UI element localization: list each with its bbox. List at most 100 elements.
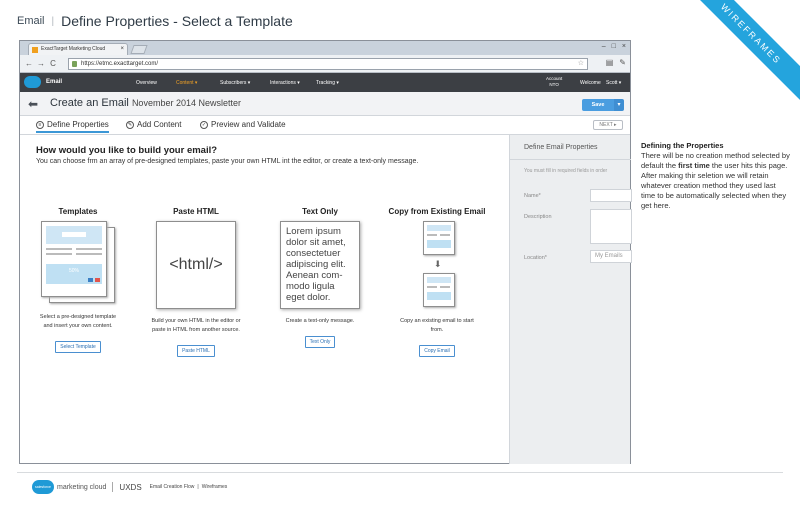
option-copy-existing[interactable]: Copy from Existing Email ⬇ Copy an exist…: [380, 207, 494, 357]
copy-email-thumbnail: [423, 273, 455, 307]
option-title: Paste HTML: [173, 207, 219, 216]
properties-title: Define Email Properties: [524, 144, 598, 151]
email-properties-panel: Define Email Properties You must fill in…: [509, 135, 632, 464]
email-title-main: Create an Email: [50, 97, 129, 109]
save-options-chevron-icon[interactable]: ▾: [614, 99, 624, 111]
footer-separator: [112, 482, 114, 492]
user-menu[interactable]: Scott ▾: [606, 80, 621, 86]
copy-email-button[interactable]: Copy Email: [419, 345, 455, 357]
bookmark-star-icon[interactable]: ☆: [578, 59, 584, 69]
nav-interactions[interactable]: Interactions ▾: [270, 80, 300, 86]
option-description: Create a text-only message.: [285, 318, 355, 324]
annotation-title: Defining the Properties: [641, 141, 724, 150]
name-label: Name*: [524, 193, 541, 199]
footer: salesforce marketing cloud UXDS Email Cr…: [32, 478, 227, 496]
nav-content[interactable]: Content ▾: [176, 80, 197, 86]
name-field[interactable]: [590, 189, 632, 202]
salesforce-logo-icon: salesforce: [32, 480, 54, 494]
browser-toolbar-right: ▤ ✎: [606, 58, 626, 67]
breadcrumb: Email: [17, 15, 45, 27]
description-field[interactable]: [590, 209, 632, 244]
address-bar[interactable]: https://etmc.exacttarget.com/ ☆: [68, 58, 588, 70]
location-label: Location*: [524, 255, 547, 261]
step-preview-validate[interactable]: ✓ Preview and Validate: [200, 120, 286, 129]
source-email-thumbnail: [423, 221, 455, 255]
location-field[interactable]: My Emails: [590, 250, 632, 263]
option-templates[interactable]: Templates 50% Select a pre-designed temp…: [23, 207, 133, 353]
browser-window: ExactTarget Marketing Cloud × – □ × ← → …: [19, 40, 632, 464]
forward-arrow-icon[interactable]: →: [36, 59, 46, 69]
question-heading: How would you like to build your email?: [36, 145, 218, 156]
minimize-icon[interactable]: –: [602, 43, 606, 50]
template-stack-illustration: 50%: [39, 221, 117, 305]
lock-icon: [72, 61, 77, 67]
footer-flow: Email Creation Flow: [149, 484, 195, 490]
wrench-icon[interactable]: ✎: [619, 58, 626, 67]
html-illustration: <html/>: [156, 221, 236, 309]
step-label: Add Content: [137, 120, 182, 129]
option-description: Copy an existing email to start from.: [400, 318, 474, 333]
close-tab-icon[interactable]: ×: [120, 44, 124, 55]
reload-icon[interactable]: C: [48, 59, 58, 69]
nav-tracking[interactable]: Tracking ▾: [316, 80, 339, 86]
salesforce-cloud-logo-icon[interactable]: [24, 76, 41, 88]
template-page-front: 50%: [41, 221, 107, 297]
account-switcher[interactable]: Account NTO: [546, 76, 562, 88]
window-controls: – □ ×: [602, 43, 626, 50]
nav-subscribers[interactable]: Subscribers ▾: [220, 80, 250, 86]
build-method-panel: How would you like to build your email? …: [20, 135, 509, 464]
list-icon: ≡: [36, 120, 44, 129]
step-add-content[interactable]: ✎ Add Content: [126, 120, 181, 129]
back-arrow-icon[interactable]: ⬅: [28, 97, 38, 111]
question-subtext: You can choose frm an array of pre-desig…: [36, 158, 419, 165]
wireframe-header: Email | Define Properties - Select a Tem…: [17, 12, 293, 30]
step-define-properties[interactable]: ≡ Define Properties: [36, 120, 109, 133]
check-icon: ✓: [200, 120, 208, 129]
step-label: Preview and Validate: [211, 120, 286, 129]
app-nav: Email Overview Content ▾ Subscribers ▾ I…: [20, 73, 630, 92]
close-window-icon[interactable]: ×: [622, 43, 626, 50]
maximize-icon[interactable]: □: [612, 43, 616, 50]
page-title: Define Properties - Select a Template: [61, 13, 293, 29]
pencil-icon: ✎: [126, 120, 134, 129]
save-button[interactable]: Save: [582, 99, 614, 111]
nav-overview[interactable]: Overview: [136, 80, 157, 86]
annotation-note: Defining the Properties There will be no…: [641, 141, 791, 211]
email-title: Create an Email November 2014 Newsletter: [50, 97, 241, 109]
url-text: https://etmc.exacttarget.com/: [81, 61, 159, 67]
wizard-steps: ≡ Define Properties ✎ Add Content ✓ Prev…: [20, 116, 630, 135]
back-arrow-icon[interactable]: ←: [24, 59, 34, 69]
annotation-body: There will be no creation method selecte…: [641, 151, 790, 210]
required-hint: You must fill in required fields in orde…: [524, 168, 608, 174]
wireframes-ribbon: WIREFRAMES: [675, 0, 800, 110]
email-titlebar: ⬅ Create an Email November 2014 Newslett…: [20, 92, 630, 116]
browser-tabbar: ExactTarget Marketing Cloud × – □ ×: [20, 41, 630, 55]
browser-toolbar: ← → C https://etmc.exacttarget.com/ ☆ ▤ …: [20, 55, 630, 73]
text-only-illustration: Lorem ipsum dolor sit amet, consectetuer…: [280, 221, 360, 309]
select-template-button[interactable]: Select Template: [55, 341, 101, 353]
footer-uxds: UXDS: [119, 482, 142, 492]
footer-wireframes: Wireframes: [201, 484, 228, 490]
favicon-icon: [32, 47, 38, 53]
option-paste-html[interactable]: Paste HTML <html/> Build your own HTML i…: [141, 207, 251, 357]
arrow-down-icon: ⬇: [434, 259, 442, 269]
option-title: Copy from Existing Email: [388, 207, 486, 216]
app-name[interactable]: Email: [46, 79, 62, 85]
browser-tab[interactable]: ExactTarget Marketing Cloud ×: [28, 43, 128, 55]
next-button[interactable]: NEXT ▸: [593, 120, 623, 130]
welcome-text: Welcome: [580, 80, 601, 86]
option-title: Templates: [58, 207, 98, 216]
text-only-button[interactable]: Text Only: [304, 336, 336, 348]
option-text-only[interactable]: Text Only Lorem ipsum dolor sit amet, co…: [265, 207, 375, 348]
template-promo: 50%: [46, 264, 102, 284]
footer-divider: [17, 472, 783, 473]
tab-title: ExactTarget Marketing Cloud: [41, 46, 106, 52]
option-title: Text Only: [302, 207, 338, 216]
option-description: Build your own HTML in the editor or pas…: [151, 318, 241, 333]
paste-html-button[interactable]: Paste HTML: [177, 345, 215, 357]
footer-brand: marketing cloud: [57, 483, 107, 491]
page-menu-icon[interactable]: ▤: [606, 58, 614, 67]
breadcrumb-separator: |: [51, 15, 55, 27]
email-title-sub: November 2014 Newsletter: [131, 98, 241, 108]
new-tab-button[interactable]: [130, 45, 148, 54]
